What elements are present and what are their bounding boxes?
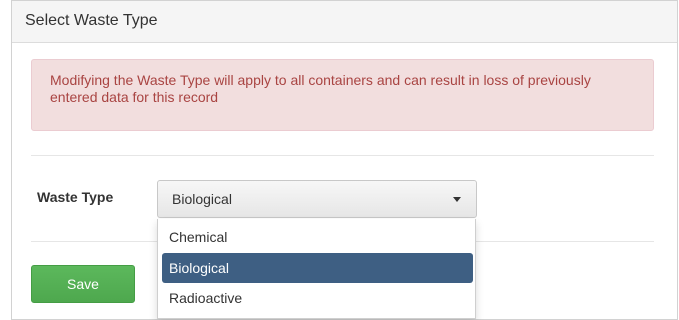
- save-button[interactable]: Save: [31, 265, 135, 303]
- panel-heading: Select Waste Type: [12, 1, 677, 43]
- waste-type-label: Waste Type: [37, 189, 114, 205]
- divider: [31, 155, 654, 156]
- option-chemical[interactable]: Chemical: [162, 223, 473, 251]
- panel-title: Select Waste Type: [25, 12, 158, 29]
- caret-down-icon: [453, 197, 461, 202]
- option-radioactive[interactable]: Radioactive: [162, 284, 473, 312]
- waste-type-select[interactable]: Biological: [157, 180, 477, 218]
- waste-type-dropdown-list: Chemical Biological Radioactive: [157, 219, 476, 319]
- option-biological[interactable]: Biological: [162, 253, 473, 283]
- warning-alert: Modifying the Waste Type will apply to a…: [31, 59, 654, 131]
- waste-type-selected-value: Biological: [172, 191, 232, 207]
